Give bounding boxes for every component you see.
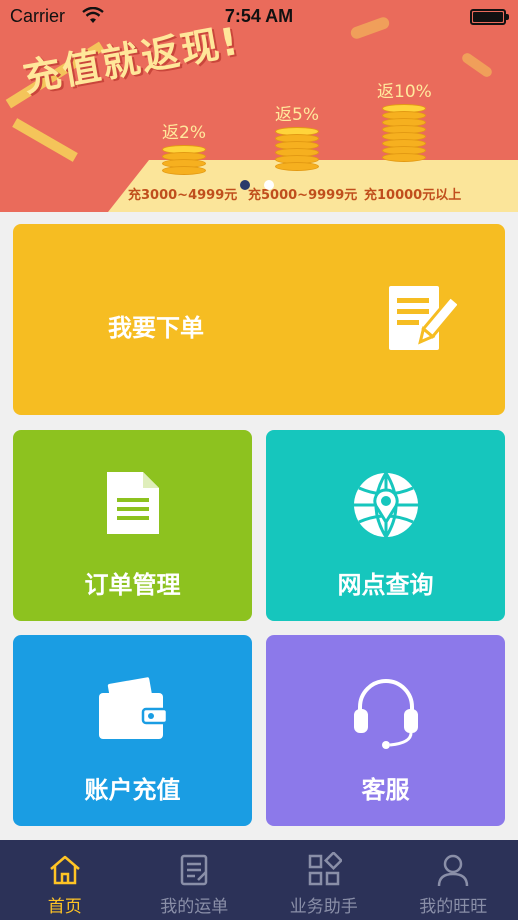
tab-my-waybill-label: 我的运单 [160, 897, 229, 917]
battery-icon [470, 9, 509, 25]
tab-my-wangwang[interactable]: 我的旺旺 [389, 840, 518, 920]
promo-banner[interactable]: Carrier 7:54 AM 充值就返现! 返2% 返5% 返10% 充300… [0, 0, 518, 212]
tab-business-assistant-label: 业务助手 [289, 897, 358, 917]
coin-stack-3: 返10% [377, 77, 432, 162]
decorative-coin [460, 51, 494, 79]
globe-location-icon [353, 472, 418, 538]
clock: 7:54 AM [224, 6, 294, 26]
edit-document-icon [389, 286, 457, 350]
customer-service-tile[interactable]: 客服 [266, 635, 505, 826]
branch-query-tile[interactable]: 网点查询 [266, 430, 505, 621]
tab-home-label: 首页 [47, 897, 82, 917]
page-indicator[interactable] [240, 180, 274, 190]
status-bar: Carrier 7:54 AM [0, 0, 518, 34]
decorative-ray [12, 118, 78, 162]
apps-icon [308, 852, 342, 886]
account-recharge-label: 账户充值 [84, 776, 181, 804]
home-icon [49, 855, 80, 885]
rebate-label: 返2% [162, 123, 206, 143]
page-dot[interactable] [240, 180, 250, 190]
page-dot[interactable] [264, 180, 274, 190]
coin-stack-2: 返5% [275, 100, 319, 171]
tab-my-wangwang-label: 我的旺旺 [419, 897, 488, 917]
order-management-tile[interactable]: 订单管理 [13, 430, 252, 621]
tier-range-label: 充10000元以上 [364, 188, 462, 203]
place-order-label: 我要下单 [108, 314, 204, 342]
order-management-label: 订单管理 [84, 571, 181, 599]
rebate-label: 返10% [377, 82, 432, 102]
rebate-label: 返5% [275, 105, 319, 125]
tab-home[interactable]: 首页 [0, 840, 130, 920]
waybill-icon [181, 854, 208, 886]
coin-stack-1: 返2% [162, 118, 206, 175]
user-icon [438, 854, 469, 887]
headset-icon [353, 679, 418, 749]
document-icon [106, 472, 159, 534]
customer-service-label: 客服 [361, 776, 410, 804]
place-order-tile[interactable]: 我要下单 [13, 224, 505, 415]
tab-business-assistant[interactable]: 业务助手 [259, 840, 389, 920]
tier-range-label: 充3000~4999元 [128, 188, 238, 203]
tab-my-waybill[interactable]: 我的运单 [130, 840, 260, 920]
wallet-icon [98, 677, 168, 739]
tab-bar: 首页 我的运单 业务助手 我的旺旺 [0, 840, 518, 920]
account-recharge-tile[interactable]: 账户充值 [13, 635, 252, 826]
branch-query-label: 网点查询 [337, 571, 434, 599]
